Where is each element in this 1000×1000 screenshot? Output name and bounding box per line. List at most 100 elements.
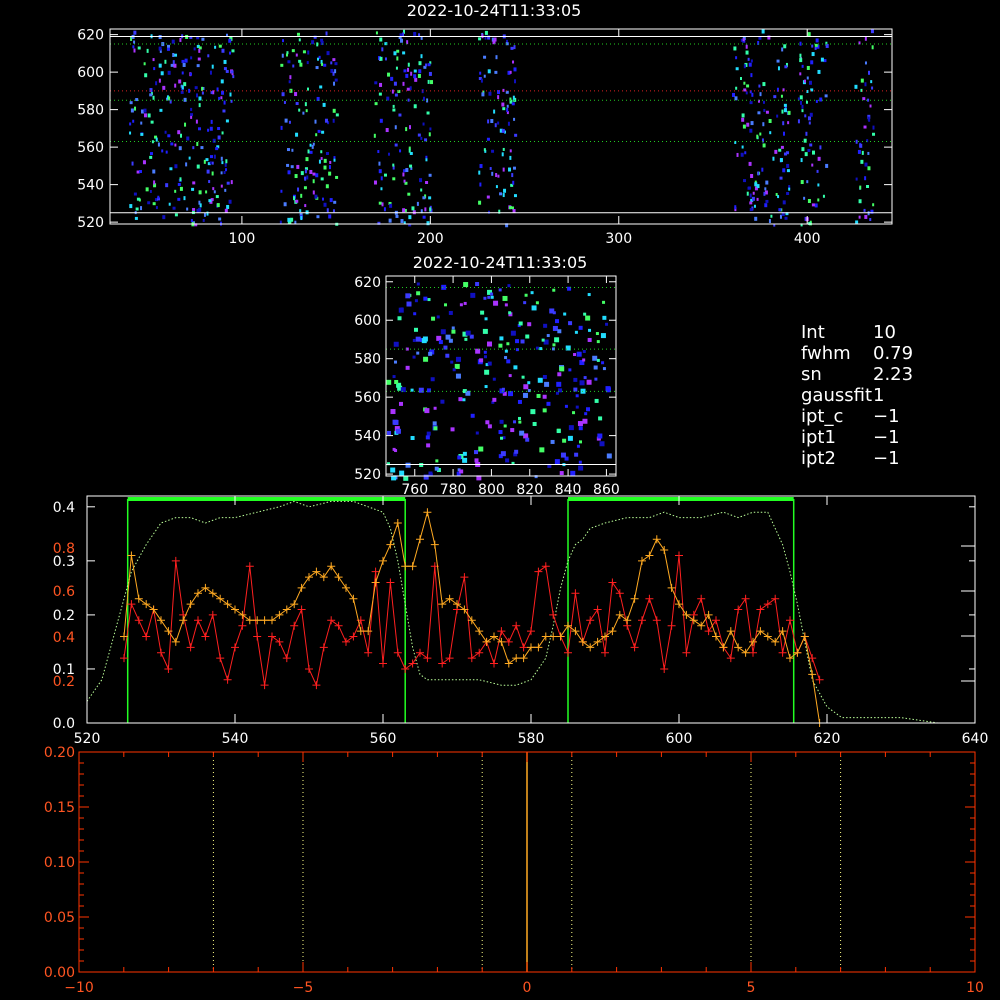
heatmap-cell — [197, 57, 201, 61]
heatmap-cell — [508, 374, 512, 378]
heatmap-cell — [544, 381, 550, 387]
heatmap-cell — [390, 467, 396, 473]
heatmap-cell — [598, 416, 603, 421]
heatmap-cell — [573, 387, 578, 392]
heatmap-cell — [552, 343, 556, 347]
series-point — [652, 616, 661, 625]
heatmap-cell — [422, 96, 425, 101]
heatmap-cell — [328, 165, 331, 170]
heatmap-cell — [311, 40, 315, 45]
heatmap-cell — [801, 147, 805, 152]
heatmap-cell — [405, 365, 410, 370]
heatmap-cell — [521, 375, 525, 379]
y-tick-label: 0.0 — [53, 716, 75, 732]
heatmap-cell — [742, 124, 746, 129]
heatmap-cell — [391, 89, 394, 94]
series-point — [134, 616, 143, 625]
heatmap-cell — [426, 111, 430, 115]
heatmap-cell — [226, 204, 230, 209]
heatmap-cell — [454, 363, 460, 369]
heatmap-cell — [388, 218, 392, 223]
heatmap-cell — [389, 203, 393, 208]
heatmap-cell — [570, 470, 576, 476]
heatmap-cell — [457, 455, 462, 460]
heatmap-cell — [417, 133, 421, 137]
series-point — [615, 589, 624, 598]
series-point — [342, 583, 350, 592]
heatmap-cell — [483, 55, 487, 59]
heatmap-cell — [483, 350, 487, 354]
heatmap-cell — [860, 159, 864, 164]
series-point — [697, 594, 706, 603]
heatmap-cell — [804, 114, 807, 118]
heatmap-cell — [503, 424, 507, 428]
info-key: gaussfit — [801, 385, 873, 406]
series-point — [305, 664, 313, 673]
heatmap-cell — [757, 171, 760, 176]
heatmap-cell — [781, 47, 784, 52]
heatmap-cell — [756, 134, 759, 139]
series-point — [386, 540, 395, 549]
heatmap-cell — [504, 349, 508, 353]
heatmap-cell — [522, 392, 528, 398]
heatmap-cell — [573, 377, 578, 382]
heatmap-cell — [582, 358, 586, 362]
heatmap-cell — [198, 190, 202, 195]
info-key: Int — [801, 322, 825, 343]
heatmap-cell — [768, 219, 771, 224]
heatmap-cell — [596, 358, 600, 362]
heatmap-cell — [192, 181, 196, 185]
heatmap-cell — [209, 126, 213, 131]
heatmap-cell — [304, 102, 307, 107]
series-point — [171, 637, 180, 646]
series-point — [260, 616, 269, 625]
heatmap-cell — [283, 202, 287, 207]
heatmap-cell — [228, 38, 232, 43]
heatmap-cell — [395, 428, 401, 434]
series-point — [593, 605, 602, 614]
heatmap-cell — [321, 197, 324, 201]
heatmap-cell — [486, 195, 490, 199]
heatmap-cell — [147, 113, 151, 118]
heatmap-cell — [783, 108, 787, 113]
series-point — [127, 551, 136, 560]
heatmap-cell — [392, 177, 396, 181]
heatmap-cell — [142, 160, 146, 165]
heatmap-cell — [450, 427, 455, 432]
heatmap-cell — [527, 381, 531, 385]
series-point — [786, 654, 794, 663]
heatmap-cell — [305, 109, 308, 113]
heatmap-cell — [224, 188, 227, 192]
heatmap-cell — [861, 150, 864, 155]
heatmap-cell — [335, 113, 339, 117]
heatmap-cell — [531, 305, 537, 311]
info-key: ipt2 — [801, 448, 836, 469]
heatmap-cell — [754, 216, 758, 221]
heatmap-cell — [806, 180, 809, 184]
heatmap-cell — [762, 82, 766, 87]
series-point — [401, 562, 410, 571]
heatmap-cell — [867, 211, 870, 216]
heatmap-cell — [501, 102, 505, 107]
heatmap-cell — [855, 139, 858, 144]
heatmap-cell — [817, 183, 820, 187]
heatmap-cell — [872, 203, 875, 207]
heatmap-cell — [866, 185, 870, 189]
heatmap-cell — [287, 170, 291, 175]
heatmap-cell — [199, 203, 202, 208]
heatmap-cell — [201, 91, 204, 95]
heatmap-cell — [764, 203, 768, 208]
heatmap-cell — [815, 99, 818, 103]
heatmap-cell — [200, 146, 204, 150]
heatmap-cell — [332, 209, 335, 213]
heatmap-cell — [765, 199, 769, 203]
heatmap-cell — [140, 132, 144, 136]
heatmap-cell — [314, 119, 317, 124]
heatmap-cell — [426, 431, 431, 436]
heatmap-cell — [309, 143, 312, 147]
heatmap-cell — [859, 185, 862, 190]
heatmap-cell — [184, 58, 188, 63]
heatmap-cell — [413, 312, 417, 316]
series-point — [541, 632, 550, 641]
heatmap-cell — [295, 132, 299, 137]
